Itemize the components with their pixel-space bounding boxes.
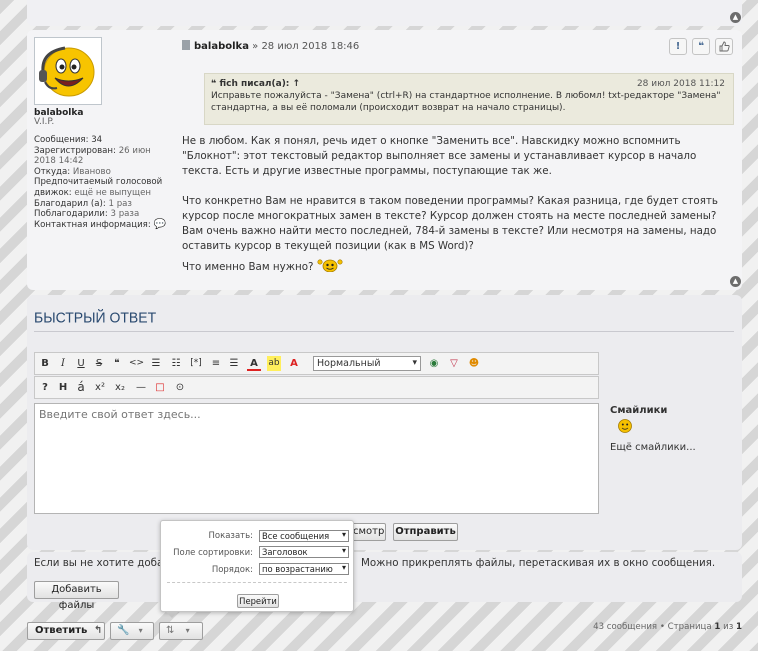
- sort-options-popup: Показать: Все сообщения Поле сортировки:…: [160, 520, 354, 612]
- color-box-icon[interactable]: □: [153, 380, 167, 395]
- attachments-hint: Можно прикреплять файлы, перетаскивая их…: [361, 557, 716, 569]
- reply-button[interactable]: Ответить ↰: [27, 622, 105, 640]
- profile-location: Откуда: Иваново: [34, 166, 111, 177]
- thumbs-up-icon: [719, 41, 730, 52]
- show-select[interactable]: Все сообщения: [259, 530, 349, 542]
- list-item-icon[interactable]: [*]: [189, 356, 203, 371]
- bold-button[interactable]: B: [39, 356, 51, 371]
- back-to-top-icon[interactable]: ▲: [730, 12, 741, 23]
- post-content: Не в любом. Как я понял, речь идет о кно…: [182, 134, 737, 275]
- order-label: Порядок:: [211, 565, 253, 575]
- smiley-wink-icon[interactable]: [617, 418, 633, 437]
- current-page: 1: [714, 622, 721, 632]
- horizontal-rule-icon[interactable]: —: [133, 380, 149, 395]
- align-icon[interactable]: ≡: [209, 356, 223, 371]
- preview-button[interactable]: смотр: [352, 523, 386, 541]
- chevron-down-icon: ▾: [138, 626, 143, 635]
- editor-toolbar-row-2: ? H á x² x₂ — □ ⊙: [34, 376, 599, 399]
- go-button[interactable]: Перейти: [237, 594, 279, 608]
- quick-reply-title: БЫСТРЫЙ ОТВЕТ: [34, 308, 157, 326]
- editor-toolbar-row-1: B I U S ❝ <> ☰ ☷ [*] ≡ ☰ A ab A Нормальн…: [34, 352, 599, 375]
- date-separator: »: [252, 41, 259, 52]
- subscript-icon[interactable]: x₂: [113, 380, 127, 395]
- sort-field-label: Поле сортировки:: [173, 548, 253, 558]
- profile-thanks-received: Поблагодарили: 3 раза: [34, 209, 140, 220]
- post-last-line: Что именно Вам нужно?: [182, 258, 737, 275]
- profile-thanked: Благодарил (а): 1 раз: [34, 198, 133, 209]
- submit-button[interactable]: Отправить: [393, 523, 458, 541]
- title-divider: [34, 331, 734, 332]
- italic-button[interactable]: I: [57, 356, 69, 371]
- sort-field-select[interactable]: Заголовок: [259, 546, 349, 558]
- chevron-down-icon: ▾: [185, 626, 190, 635]
- post-paragraph: Не в любом. Как я понял, речь идет о кно…: [182, 135, 697, 177]
- post-author-link[interactable]: balabolka: [194, 41, 249, 52]
- post-header: balabolka » 28 июл 2018 18:46: [182, 40, 359, 52]
- sort-dropdown-button[interactable]: ⇅ ▾: [159, 622, 203, 640]
- spoiler-icon[interactable]: ◉: [427, 356, 441, 371]
- post-paragraph: Что конкретно Вам не нравится в таком по…: [182, 195, 718, 252]
- show-label: Показать:: [208, 531, 254, 541]
- author-profile: Сообщения: 34 Зарегистрирован: 26 июн 20…: [34, 135, 172, 230]
- more-smilies-link[interactable]: Ещё смайлики...: [610, 442, 696, 453]
- reply-arrow-icon: ↰: [93, 625, 103, 636]
- thanks-button[interactable]: [715, 38, 733, 55]
- quote-mark-icon: ❝: [211, 79, 217, 89]
- quote-date: 28 июл 2018 11:12: [636, 79, 725, 89]
- quote-text: Исправьте пожалуйста - "Замена" (ctrl+R)…: [211, 91, 721, 113]
- code-icon[interactable]: <>: [129, 356, 144, 371]
- numbered-list-icon[interactable]: ☷: [169, 356, 183, 371]
- add-files-button[interactable]: Добавить файлы: [34, 581, 119, 611]
- clear-format-icon[interactable]: A: [287, 356, 301, 371]
- hide-icon[interactable]: ▽: [447, 356, 461, 371]
- tools-dropdown-button[interactable]: 🔧 ▾: [110, 622, 154, 640]
- back-to-top-icon[interactable]: ▲: [730, 276, 741, 287]
- underline-button[interactable]: U: [75, 356, 87, 371]
- help-icon[interactable]: ?: [39, 380, 51, 395]
- highlight-icon[interactable]: ab: [267, 356, 281, 371]
- speech-smiley-icon[interactable]: ☻: [467, 356, 481, 371]
- total-pages[interactable]: 1: [736, 622, 742, 632]
- wrench-icon: 🔧: [117, 625, 130, 636]
- media-play-icon[interactable]: ⊙: [173, 380, 187, 395]
- post: balabolka V.I.P. Сообщения: 34 Зарегистр…: [27, 30, 742, 290]
- profile-contact: Контактная информация: 💬: [34, 218, 166, 230]
- font-size-select[interactable]: Нормальный: [313, 356, 421, 371]
- profile-posts: Сообщения: 34: [34, 135, 103, 145]
- bullet-list-icon[interactable]: ☰: [149, 356, 163, 371]
- justify-icon[interactable]: ☰: [227, 356, 241, 371]
- quote-block: ❝ fich писал(а): ↑ 28 июл 2018 11:12 Исп…: [204, 73, 734, 125]
- sort-icon: ⇅: [166, 625, 175, 636]
- superscript-icon[interactable]: x²: [93, 380, 107, 395]
- profile-voice-engine: Предпочитаемый голосовой движок: ещё не …: [34, 177, 163, 198]
- heading-icon[interactable]: H: [57, 380, 69, 395]
- reply-textarea[interactable]: [34, 403, 599, 514]
- post-file-icon: [182, 40, 190, 50]
- author-rank: V.I.P.: [34, 117, 55, 127]
- attachments-panel: Если вы не хотите добав Можно прикреплят…: [27, 552, 742, 611]
- pagination-info: 43 сообщения • Страница 1 из 1: [593, 622, 742, 632]
- smilies-heading: Смайлики: [610, 405, 668, 416]
- smiley-icon: [317, 258, 343, 273]
- contact-bubble-icon[interactable]: 💬: [153, 219, 165, 230]
- font-color-icon[interactable]: A: [247, 356, 261, 371]
- report-button[interactable]: !: [669, 38, 687, 55]
- popup-caret: [166, 612, 178, 618]
- profile-registered: Зарегистрирован: 26 июн 2018 14:42: [34, 145, 151, 167]
- order-select[interactable]: по возрастанию: [259, 563, 349, 575]
- avatar[interactable]: [34, 37, 102, 105]
- quote-author[interactable]: fich писал(а): ↑: [219, 79, 300, 89]
- balabolka-avatar-icon: [39, 46, 95, 97]
- popup-divider: [167, 582, 347, 583]
- quote-tool-icon[interactable]: ❝: [111, 356, 123, 371]
- quote-button[interactable]: ❝: [692, 38, 710, 55]
- attachments-hint-left: Если вы не хотите добав: [34, 557, 170, 569]
- post-date: 28 июл 2018 18:46: [261, 41, 360, 52]
- previous-post-panel: ▲: [27, 0, 742, 26]
- accent-icon[interactable]: á: [75, 380, 87, 395]
- strike-button[interactable]: S: [93, 356, 105, 371]
- quick-reply-panel: БЫСТРЫЙ ОТВЕТ B I U S ❝ <> ☰ ☷ [*] ≡ ☰ A…: [27, 295, 742, 550]
